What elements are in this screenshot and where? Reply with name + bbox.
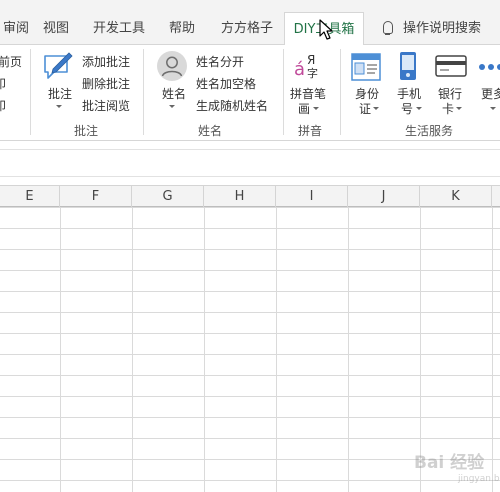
id-card-icon bbox=[351, 53, 381, 81]
group-label-pinyin: 拼音 bbox=[298, 124, 323, 138]
bank-card-icon bbox=[435, 55, 467, 77]
svg-text:字: 字 bbox=[307, 66, 318, 80]
mobile-number-label-line2: 号 bbox=[401, 102, 414, 116]
chevron-down-icon bbox=[490, 107, 496, 110]
column-header-j[interactable]: J bbox=[348, 186, 420, 207]
group-label-names: 姓名 bbox=[198, 124, 223, 138]
group-separator bbox=[143, 49, 144, 135]
svg-text:á: á bbox=[294, 59, 305, 80]
partial-item-3[interactable]: 印 bbox=[0, 97, 6, 114]
chevron-down-icon bbox=[373, 107, 379, 110]
partial-item-1[interactable]: 前页 bbox=[0, 53, 22, 70]
name-add-space-button[interactable]: 姓名加空格 bbox=[196, 75, 256, 92]
mouse-cursor-icon bbox=[319, 19, 333, 40]
group-separator bbox=[340, 49, 341, 135]
tab-fangfang-gezi[interactable]: 方方格子 bbox=[214, 12, 280, 45]
chevron-down-icon bbox=[456, 107, 462, 110]
column-header-g[interactable]: G bbox=[132, 186, 204, 207]
watermark-sub: jingyan.baidu.com bbox=[458, 474, 500, 484]
column-header-k[interactable]: K bbox=[420, 186, 492, 207]
id-card-label-line2: 证 bbox=[359, 102, 372, 116]
tab-help[interactable]: 帮助 bbox=[162, 12, 202, 45]
delete-comment-button[interactable]: 删除批注 bbox=[82, 75, 130, 92]
chevron-down-icon bbox=[56, 105, 62, 108]
pinyin-stroke-label-line2: 画 bbox=[298, 102, 311, 116]
lightbulb-icon bbox=[382, 21, 393, 35]
group-separator bbox=[30, 49, 31, 135]
add-comment-button[interactable]: 添加批注 bbox=[82, 53, 130, 70]
column-header-e[interactable]: E bbox=[0, 186, 60, 207]
group-label-comments: 批注 bbox=[74, 124, 99, 138]
group-label-life-services: 生活服务 bbox=[405, 124, 454, 138]
chevron-down-icon bbox=[416, 107, 422, 110]
tell-me-label: 操作说明搜索 bbox=[402, 21, 481, 36]
mobile-phone-icon bbox=[400, 52, 416, 80]
title-strip bbox=[0, 0, 500, 12]
partial-item-2[interactable]: 印 bbox=[0, 75, 6, 92]
pinyin-icon: á Я 字 bbox=[294, 53, 318, 80]
chevron-down-icon bbox=[313, 107, 319, 110]
ribbon-panel: 前页 印 印 批注 添加批注 删除批注 批注阅览 批注 姓名 姓名分开 姓名加空… bbox=[0, 45, 500, 141]
column-header-f[interactable]: F bbox=[60, 186, 132, 207]
column-header-i[interactable]: I bbox=[276, 186, 348, 207]
formula-bar[interactable] bbox=[0, 141, 500, 181]
name-button[interactable]: 姓名 bbox=[162, 85, 186, 102]
watermark: Bai 经验 bbox=[414, 453, 485, 473]
tell-me-search[interactable]: 操作说明搜索 bbox=[372, 12, 492, 45]
comment-pencil-icon bbox=[44, 52, 73, 79]
more-button[interactable]: 更多 bbox=[481, 85, 500, 102]
chevron-down-icon bbox=[169, 105, 175, 108]
split-name-button[interactable]: 姓名分开 bbox=[196, 53, 244, 70]
tab-view[interactable]: 视图 bbox=[36, 12, 76, 45]
comment-button[interactable]: 批注 bbox=[48, 85, 72, 102]
group-separator bbox=[283, 49, 284, 135]
column-header-h[interactable]: H bbox=[204, 186, 276, 207]
more-dots-icon bbox=[479, 64, 500, 70]
column-header-row: E F G H I J K bbox=[0, 185, 500, 207]
tab-developer[interactable]: 开发工具 bbox=[86, 12, 152, 45]
bank-card-label-line2: 卡 bbox=[442, 102, 455, 116]
svg-text:Я: Я bbox=[307, 53, 315, 67]
ribbon-tab-bar: 审阅 视图 开发工具 帮助 方方格子 DIY工具箱 操作说明搜索 bbox=[0, 12, 500, 46]
person-avatar-icon bbox=[157, 51, 187, 81]
random-name-button[interactable]: 生成随机姓名 bbox=[196, 97, 268, 114]
review-comment-button[interactable]: 批注阅览 bbox=[82, 97, 130, 114]
